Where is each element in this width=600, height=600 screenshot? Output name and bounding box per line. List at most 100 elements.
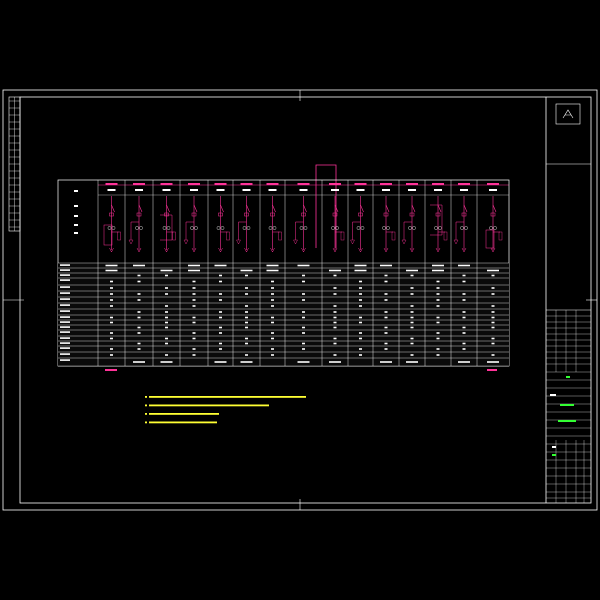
row-header-label-mark bbox=[60, 321, 70, 323]
table-cell-mark bbox=[410, 342, 414, 345]
table-cell-mark bbox=[436, 354, 440, 356]
row-header-label-mark bbox=[60, 316, 70, 318]
table-cell-mark bbox=[245, 316, 248, 319]
table-cell-mark bbox=[219, 332, 222, 334]
row-header-label-mark bbox=[60, 286, 70, 288]
table-cell-mark bbox=[165, 326, 168, 329]
table-cell-mark bbox=[133, 264, 145, 267]
table-cell-mark bbox=[137, 326, 141, 329]
table-cell-mark bbox=[436, 332, 440, 334]
table-cell-mark bbox=[137, 293, 141, 295]
table-cell-mark bbox=[245, 326, 248, 329]
table-cell-mark bbox=[192, 280, 196, 283]
table-cell-mark bbox=[110, 280, 113, 283]
table-cell-mark bbox=[240, 361, 253, 363]
table-cell-mark bbox=[137, 299, 141, 301]
table-cell-mark bbox=[432, 269, 444, 272]
table-cell-mark bbox=[487, 269, 499, 272]
table-cell-mark bbox=[110, 354, 113, 356]
table-cell-mark bbox=[384, 311, 388, 313]
description-text-mark bbox=[74, 224, 78, 226]
table-cell-mark bbox=[410, 274, 414, 277]
table-cell-mark bbox=[380, 264, 392, 267]
cubicle-id-mark bbox=[216, 189, 225, 191]
footer-left-label-mark bbox=[105, 369, 117, 371]
table-cell-mark bbox=[110, 332, 113, 334]
cubicle-id-mark bbox=[299, 189, 308, 191]
table-cell-mark bbox=[410, 337, 414, 340]
table-cell-mark bbox=[214, 264, 227, 267]
table-cell-mark bbox=[487, 361, 499, 363]
table-cell-mark bbox=[436, 305, 440, 307]
table-cell-mark bbox=[105, 264, 118, 267]
table-cell-mark bbox=[137, 274, 141, 277]
note-bullet bbox=[145, 421, 147, 424]
table-cell-mark bbox=[271, 321, 274, 324]
table-cell-mark bbox=[491, 316, 495, 319]
table-cell-mark bbox=[192, 293, 196, 295]
table-cell-mark bbox=[462, 342, 466, 345]
table-cell-mark bbox=[110, 293, 113, 295]
table-cell-mark bbox=[266, 269, 279, 272]
table-cell-mark bbox=[333, 337, 337, 340]
table-cell-mark bbox=[436, 299, 440, 301]
table-cell-mark bbox=[110, 287, 113, 289]
row-header-label-mark bbox=[60, 347, 70, 349]
table-cell-mark bbox=[110, 321, 113, 324]
table-cell-mark bbox=[302, 342, 305, 345]
table-cell-mark bbox=[359, 280, 362, 283]
cubicle-id-mark bbox=[382, 189, 390, 191]
cubicle-header-mark bbox=[406, 183, 418, 185]
row-header-label-mark bbox=[60, 331, 70, 333]
table-cell-mark bbox=[462, 311, 466, 313]
table-cell-mark bbox=[436, 321, 440, 324]
table-cell-mark bbox=[359, 287, 362, 289]
note-text-line bbox=[149, 421, 217, 424]
table-cell-mark bbox=[165, 354, 168, 356]
table-cell-mark bbox=[192, 287, 196, 289]
row-header-label-mark bbox=[60, 298, 70, 300]
table-cell-mark bbox=[245, 342, 248, 345]
table-cell-mark bbox=[160, 269, 173, 272]
table-cell-mark bbox=[462, 332, 466, 334]
table-cell-mark bbox=[302, 299, 305, 301]
green-stamp-mark bbox=[560, 404, 574, 406]
table-cell-mark bbox=[359, 299, 362, 301]
row-header-label-mark bbox=[60, 359, 70, 361]
table-cell-mark bbox=[333, 316, 337, 319]
white-label-mark bbox=[552, 446, 556, 448]
table-cell-mark bbox=[245, 337, 248, 340]
row-header-label-mark bbox=[60, 326, 70, 328]
table-cell-mark bbox=[165, 337, 168, 340]
table-cell-mark bbox=[302, 274, 305, 277]
table-cell-mark bbox=[491, 293, 495, 295]
table-cell-mark bbox=[192, 299, 196, 301]
table-cell-mark bbox=[333, 305, 337, 307]
table-cell-mark bbox=[491, 342, 495, 345]
green-stamp-mark bbox=[558, 420, 576, 422]
table-cell-mark bbox=[192, 332, 196, 334]
table-cell-mark bbox=[436, 293, 440, 295]
table-cell-mark bbox=[271, 348, 274, 350]
table-cell-mark bbox=[188, 264, 200, 267]
cubicle-id-mark bbox=[460, 189, 468, 191]
table-cell-mark bbox=[359, 332, 362, 334]
table-cell-mark bbox=[133, 361, 145, 363]
table-cell-mark bbox=[297, 361, 310, 363]
table-cell-mark bbox=[384, 299, 388, 301]
cubicle-header-mark bbox=[380, 183, 392, 185]
table-cell-mark bbox=[410, 311, 414, 313]
table-cell-mark bbox=[491, 337, 495, 340]
table-cell-mark bbox=[302, 280, 305, 283]
table-cell-mark bbox=[333, 342, 337, 345]
table-cell-mark bbox=[271, 354, 274, 356]
table-cell-mark bbox=[436, 287, 440, 289]
table-cell-mark bbox=[165, 274, 168, 277]
table-cell-mark bbox=[410, 354, 414, 356]
table-cell-mark bbox=[436, 348, 440, 350]
note-bullet bbox=[145, 396, 147, 398]
cubicle-header-mark bbox=[329, 183, 341, 185]
cubicle-id-mark bbox=[268, 189, 277, 191]
table-cell-mark bbox=[165, 305, 168, 307]
table-cell-mark bbox=[188, 269, 200, 272]
